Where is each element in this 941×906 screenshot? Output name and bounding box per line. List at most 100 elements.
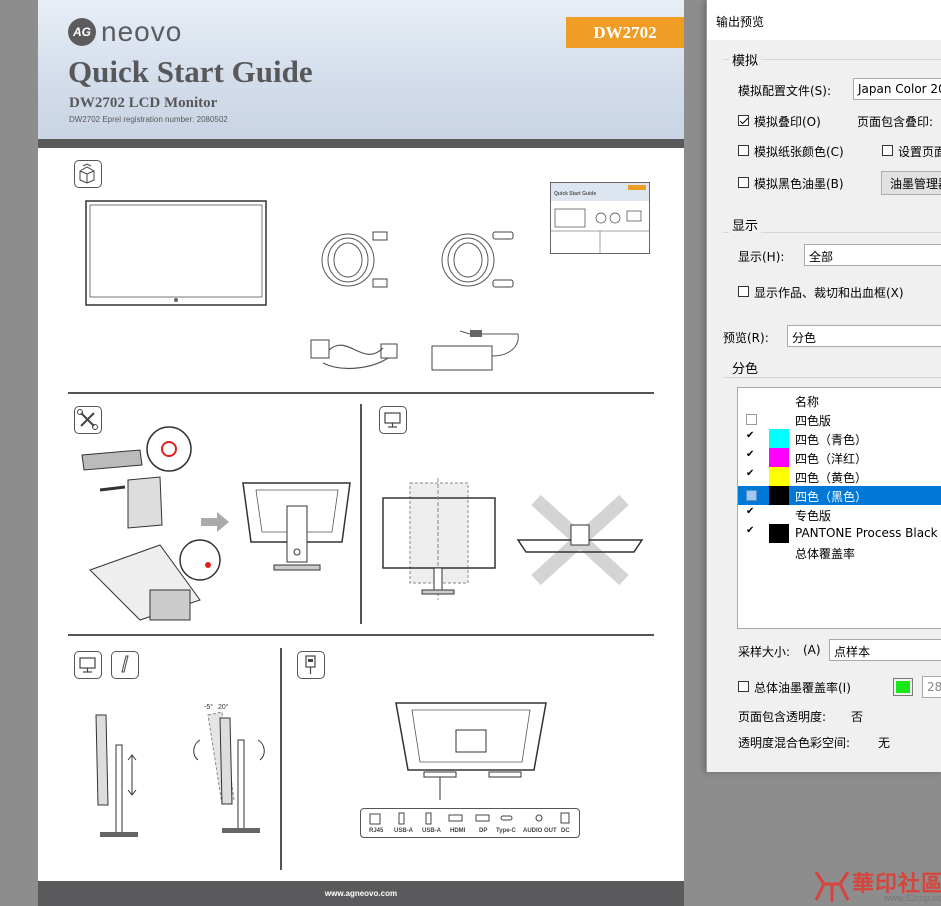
separation-visibility-checkbox[interactable]	[746, 506, 757, 520]
quick-start-guide-page: AG neovo DW2702 Quick Start Guide DW2702…	[38, 0, 684, 906]
port-label-dp: DP	[479, 828, 488, 834]
monitor-rear-ports-illustration	[394, 700, 549, 800]
show-select[interactable]: 全部	[804, 244, 941, 266]
tilt-adjust-illustration: -5° 20°	[188, 700, 283, 840]
separation-visibility-checkbox[interactable]	[746, 414, 757, 425]
document-subtitle: DW2702 LCD Monitor	[69, 95, 218, 111]
output-preview-panel: 输出预览 模拟 模拟配置文件(S): Japan Color 2001 模拟叠印…	[706, 0, 941, 772]
power-cord-illustration	[303, 328, 408, 376]
separation-name: 专色版	[795, 509, 832, 523]
panel-titlebar[interactable]: 输出预览	[707, 0, 941, 40]
section-divider-1	[68, 392, 654, 394]
monitor-icon	[379, 406, 407, 434]
separation-name: 四色（黄色）	[795, 471, 868, 485]
black-ink-checkbox[interactable]	[738, 177, 749, 188]
separation-color-swatch	[769, 429, 789, 448]
registration-number: DW2702 Eprel registration number: 208050…	[69, 115, 228, 124]
mini-quick-start-guide: Quick Start Guide	[550, 182, 650, 254]
port-label-type-c: Type-C	[496, 828, 516, 834]
separation-color-swatch	[769, 448, 789, 467]
separation-name: 四色版	[795, 414, 832, 428]
total-ink-value-field[interactable]: 280%	[922, 676, 941, 698]
panel-title: 输出预览	[716, 15, 765, 29]
section-divider-vertical-1	[360, 404, 362, 624]
profile-label: 模拟配置文件(S):	[738, 84, 832, 98]
port-label-usb-a-1: USB-A	[394, 828, 413, 834]
preview-select[interactable]: 分色	[787, 325, 941, 347]
tilt-label-1: -5°	[204, 704, 214, 711]
separation-visibility-checkbox[interactable]	[746, 490, 757, 501]
total-ink-color-swatch[interactable]	[893, 678, 913, 696]
power-adapter-illustration	[430, 326, 525, 374]
separation-row[interactable]: 四色（黑色）	[738, 486, 941, 505]
separations-group-border	[723, 377, 941, 378]
separation-row[interactable]: 四色（黄色）	[738, 467, 941, 486]
display-group-label: 显示	[729, 215, 762, 234]
brand-name: neovo	[101, 16, 183, 47]
sample-size-select[interactable]: 点样本	[829, 639, 941, 661]
separations-group-label: 分色	[729, 358, 762, 377]
watermark-url: www.52cnp.com	[884, 893, 941, 903]
separation-row[interactable]: 四色（洋红）	[738, 448, 941, 467]
separation-row[interactable]: 专色版	[738, 505, 941, 524]
transparency-value: 否	[851, 710, 864, 724]
blend-space-label: 透明度混合色彩空间:	[738, 736, 851, 750]
height-adjust-illustration	[88, 710, 158, 840]
separation-name: 四色（黑色）	[795, 490, 868, 504]
neovo-logo: AG neovo	[68, 14, 182, 50]
separations-header-label: 名称	[795, 395, 820, 409]
separations-list[interactable]: 名称 四色版四色（青色） 四色（洋红） 四色（黄色） 四色（黑色） 专色版 PANTONE…	[737, 387, 941, 629]
separation-row[interactable]: 四色（青色）	[738, 429, 941, 448]
port-label-audio-out: AUDIO OUT	[523, 828, 557, 834]
separation-row[interactable]: PANTONE Process Black C	[738, 524, 941, 543]
monitor-front-illustration	[85, 200, 268, 308]
box-icon	[74, 160, 102, 188]
set-page-checkbox[interactable]	[882, 145, 893, 156]
sample-size-label: 采样大小:	[738, 645, 791, 659]
separation-visibility-checkbox[interactable]	[746, 449, 757, 463]
black-ink-label: 模拟黑色油墨(B)	[754, 177, 844, 191]
preview-label: 预览(R):	[723, 331, 769, 345]
port-label-hdmi: HDMI	[450, 828, 466, 834]
tilt-label-2: 20°	[218, 704, 229, 711]
watermark-logo-icon	[814, 871, 850, 902]
profile-select[interactable]: Japan Color 2001	[853, 78, 941, 100]
simulation-group-label: 模拟	[729, 50, 762, 69]
separation-visibility-checkbox[interactable]	[746, 468, 757, 482]
cable-illustration-2	[433, 222, 518, 297]
overprint-checkbox[interactable]	[738, 115, 749, 126]
page-footer: www.agneovo.com	[38, 881, 684, 906]
overprint-label: 模拟叠印(O)	[754, 115, 821, 129]
total-ink-label: 总体油墨覆盖率(I)	[754, 681, 851, 695]
model-tag: DW2702	[566, 17, 684, 48]
separation-name: PANTONE Process Black C	[795, 526, 941, 540]
monitor-swivel-illustration	[380, 478, 500, 600]
port-label-rj45: RJ45	[369, 828, 384, 834]
header-divider-bar	[38, 139, 684, 148]
monitor-back-illustration	[242, 480, 352, 580]
show-label: 显示(H):	[738, 250, 785, 264]
show-artwork-label: 显示作品、裁切和出血框(X)	[754, 286, 904, 300]
mini-doc-title: Quick Start Guide	[554, 191, 597, 197]
show-artwork-checkbox[interactable]	[738, 286, 749, 297]
connector-icon	[297, 651, 325, 679]
separation-name: 四色（洋红）	[795, 452, 868, 466]
monitor-adjust-icon	[74, 651, 102, 679]
separation-visibility-checkbox[interactable]	[746, 430, 757, 444]
paper-color-checkbox[interactable]	[738, 145, 749, 156]
section-divider-2	[68, 634, 654, 636]
port-label-usb-a-2: USB-A	[422, 828, 441, 834]
ink-manager-button[interactable]: 油墨管理器	[881, 171, 941, 195]
separation-color-swatch	[769, 467, 789, 486]
section-divider-vertical-2	[280, 648, 282, 870]
total-ink-checkbox[interactable]	[738, 681, 749, 692]
separation-color-swatch	[769, 524, 789, 543]
sample-size-key: (A)	[803, 643, 821, 657]
port-label-dc: DC	[561, 828, 570, 834]
cable-illustration-1	[313, 222, 393, 297]
separation-visibility-checkbox[interactable]	[746, 525, 757, 539]
separation-row[interactable]: 四色版	[738, 410, 941, 429]
separation-name: 四色（青色）	[795, 433, 868, 447]
transparency-label: 页面包含透明度:	[738, 710, 827, 724]
separation-row[interactable]: 总体覆盖率	[738, 543, 941, 562]
